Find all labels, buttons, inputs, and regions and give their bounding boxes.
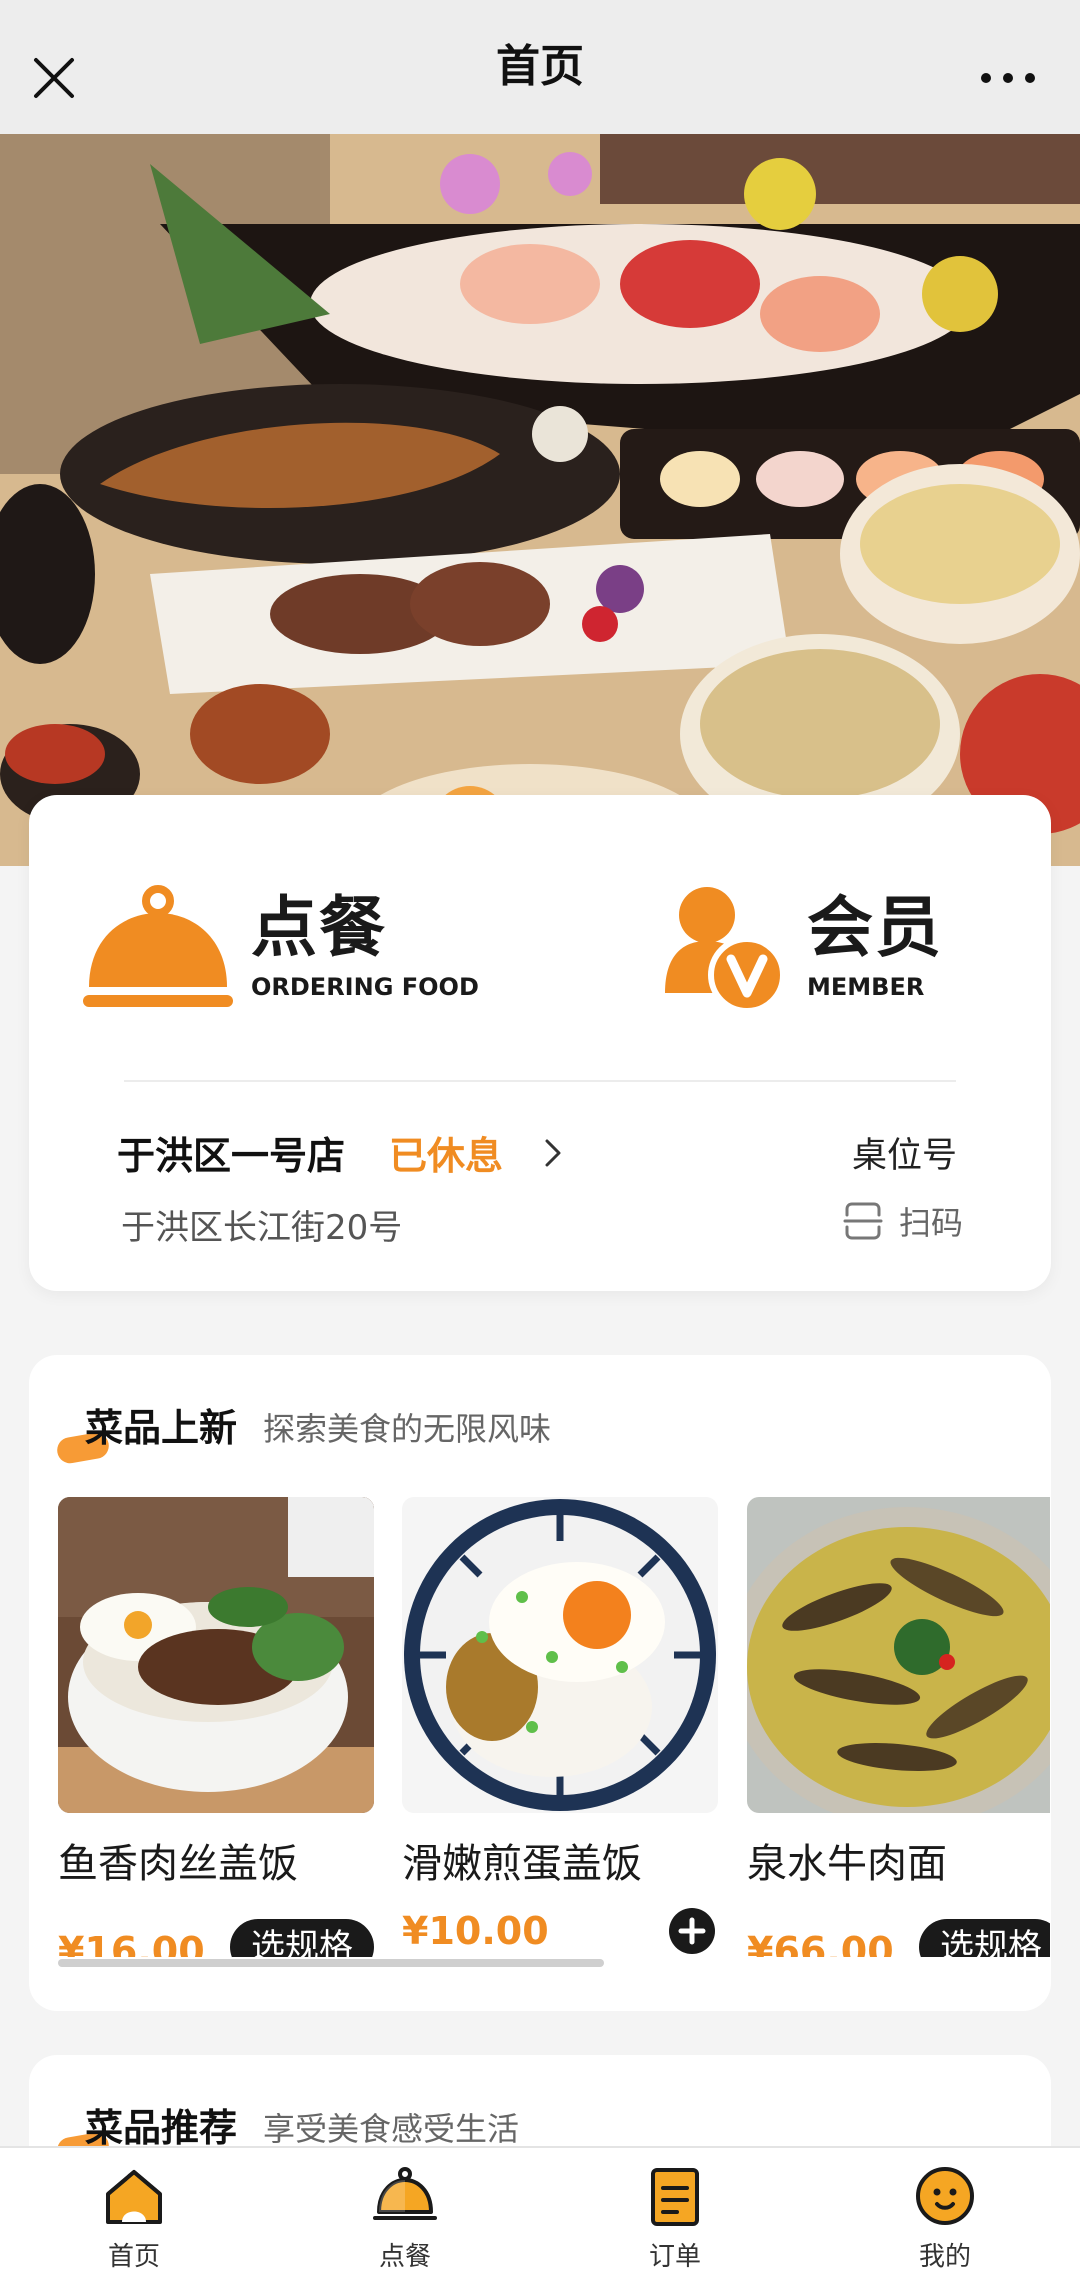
order-list-icon (651, 2168, 699, 2226)
dish-image[interactable] (402, 1497, 718, 1813)
fried-egg-rice-photo (402, 1497, 718, 1813)
scan-label: 扫码 (898, 1204, 963, 1242)
member-subtitle: MEMBER (807, 973, 925, 1001)
dish-name: 泉水牛肉面 (747, 1841, 947, 1887)
dish-name: 鱼香肉丝盖饭 (58, 1841, 298, 1887)
store-name[interactable]: 于洪区一号店 (117, 1125, 345, 1180)
member-entry[interactable]: 会员 MEMBER (659, 873, 943, 1023)
horizontal-scrollbar[interactable] (58, 1959, 604, 1967)
recommend-title: 菜品推荐 (85, 2106, 238, 2150)
chevron-right-icon[interactable] (541, 1135, 565, 1171)
dish-name: 滑嫩煎蛋盖饭 (402, 1841, 642, 1887)
dish-price: ¥16.00 (58, 1929, 205, 1957)
new-dishes-section: 菜品上新 探索美食的无限风味 鱼香肉丝盖饭 ¥16.00 选规格 滑嫩煎蛋盖饭 … (29, 1355, 1051, 2011)
ordering-subtitle: ORDERING FOOD (251, 973, 479, 1001)
select-spec-button[interactable]: 选规格 (230, 1919, 374, 1957)
nav-item-orders[interactable]: 订单 (575, 2156, 775, 2276)
page-title: 首页 (496, 41, 584, 92)
service-card: 点餐 ORDERING FOOD 会员 MEMBER 于洪区一号店 已休息 于洪… (29, 795, 1051, 1291)
dish-price: ¥66.00 (747, 1929, 894, 1957)
member-v-icon (665, 887, 786, 1013)
beef-noodle-photo (747, 1497, 1050, 1813)
dish-image[interactable] (58, 1497, 374, 1813)
scan-icon (843, 1202, 883, 1240)
nav-label: 订单 (648, 2242, 701, 2272)
store-address: 于洪区长江街20号 (121, 1208, 403, 1248)
member-title: 会员 (807, 889, 943, 966)
new-dishes-subtitle: 探索美食的无限风味 (263, 1410, 552, 1448)
nav-label: 我的 (918, 2242, 971, 2272)
nav-label: 首页 (107, 2242, 160, 2272)
profile-icon (916, 2167, 974, 2225)
cloche-icon (373, 2167, 437, 2220)
nav-label: 点餐 (378, 2242, 431, 2272)
recommend-subtitle: 享受美食感受生活 (263, 2110, 520, 2148)
dish-card[interactable]: 鱼香肉丝盖饭 ¥16.00 选规格 (58, 1497, 376, 1957)
new-dishes-header: 菜品上新 探索美食的无限风味 (55, 1397, 552, 1466)
nav-item-home[interactable]: 首页 (34, 2156, 234, 2276)
recommend-header: 菜品推荐 享受美食感受生活 (55, 2097, 520, 2166)
table-number-label: 桌位号 (851, 1136, 957, 1176)
select-spec-button[interactable]: 选规格 (919, 1919, 1050, 1957)
ordering-food-entry[interactable]: 点餐 ORDERING FOOD (83, 873, 479, 1023)
store-status: 已休息 (389, 1134, 504, 1178)
dish-image[interactable] (747, 1497, 1050, 1813)
bottom-nav: 首页 点餐 订单 我的 (0, 2146, 1080, 2280)
divider (124, 1080, 956, 1082)
japanese-banquet-photo (0, 134, 1080, 866)
add-to-cart-icon[interactable] (668, 1907, 716, 1955)
nav-item-mine[interactable]: 我的 (845, 2156, 1045, 2276)
ordering-title: 点餐 (251, 889, 387, 966)
new-dishes-title: 菜品上新 (85, 1406, 238, 1450)
scan-button[interactable]: 扫码 (843, 1198, 963, 1244)
dish-price: ¥10.00 (402, 1909, 549, 1953)
shredded-pork-rice-photo (58, 1497, 374, 1813)
hero-banner[interactable] (0, 134, 1080, 866)
nav-item-order[interactable]: 点餐 (305, 2156, 505, 2276)
dish-card[interactable]: 滑嫩煎蛋盖饭 ¥10.00 (402, 1497, 720, 1957)
home-icon (106, 2170, 162, 2224)
cloche-icon (83, 885, 233, 1007)
new-dishes-list[interactable]: 鱼香肉丝盖饭 ¥16.00 选规格 滑嫩煎蛋盖饭 ¥10.00 泉水牛肉面 ¥6… (58, 1497, 1050, 1957)
title-bar: 首页 (0, 0, 1080, 134)
more-horizontal-icon[interactable] (978, 66, 1038, 90)
dish-card[interactable]: 泉水牛肉面 ¥66.00 选规格 (747, 1497, 1050, 1957)
